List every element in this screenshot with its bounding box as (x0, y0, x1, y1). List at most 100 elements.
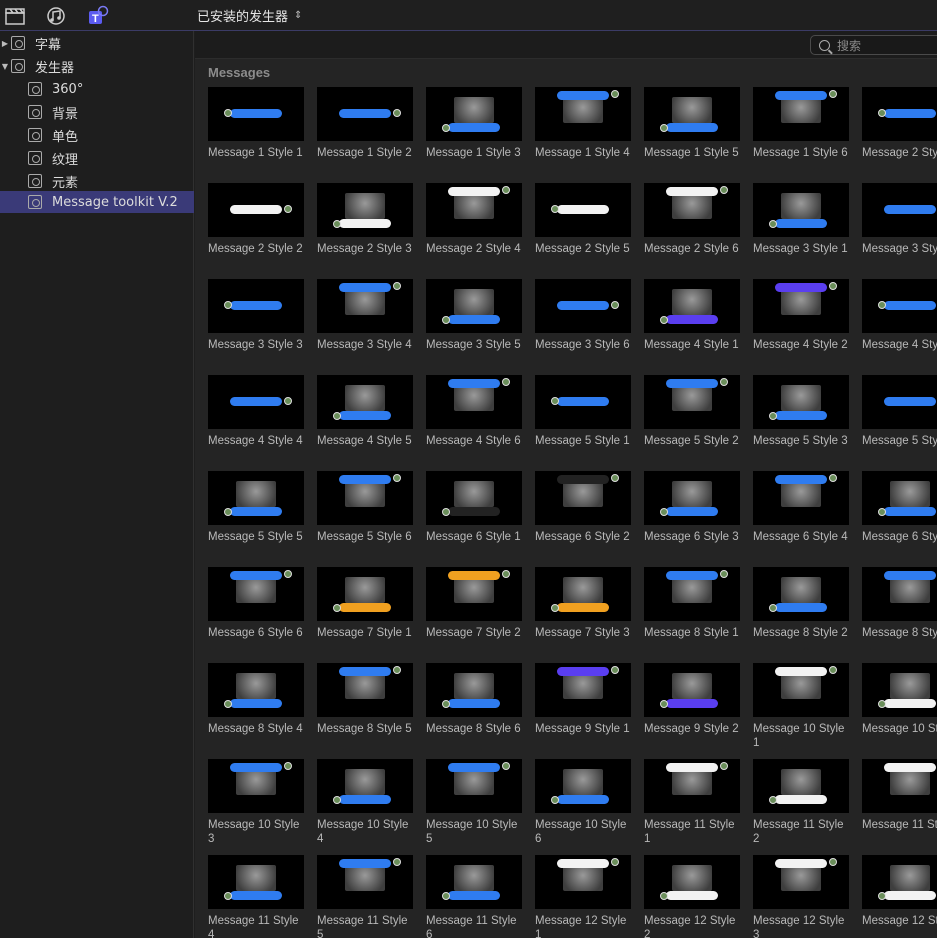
clapper-icon[interactable] (4, 5, 26, 27)
generator-tile[interactable]: Message 12 Style 2 (644, 855, 740, 938)
generator-tile[interactable]: Message 12 Style 3 (753, 855, 849, 938)
titles-generators-icon[interactable]: T (87, 5, 109, 27)
generator-tile[interactable]: Message 5 Style 3 (753, 375, 849, 448)
preview-panel (236, 577, 276, 603)
generator-tile[interactable]: Message 7 Style 1 (317, 567, 413, 640)
generator-tile[interactable]: Message 3 Sty 2 (862, 183, 937, 256)
generator-tile[interactable]: Message 4 Style 4 (208, 375, 304, 448)
preview-panel (781, 673, 821, 699)
preview-panel (345, 193, 385, 219)
generator-tile[interactable]: Message 2 Style 3 (317, 183, 413, 256)
generator-tile[interactable]: Message 5 Style 1 (535, 375, 631, 448)
generator-tile[interactable]: Message 4 Style 1 (644, 279, 740, 352)
generator-tile[interactable]: Message 9 Style 1 (535, 663, 631, 736)
generator-tile[interactable]: Message 10 St 2 (862, 663, 937, 736)
message-bubble (230, 891, 282, 900)
sidebar-item[interactable]: 单色 (0, 124, 194, 146)
generator-tile[interactable]: Message 2 Style 6 (644, 183, 740, 256)
generator-tile[interactable]: Message 7 Style 3 (535, 567, 631, 640)
generator-tile[interactable]: Message 11 Style 1 (644, 759, 740, 846)
generator-tile[interactable]: Message 8 Style 1 (644, 567, 740, 640)
generator-tile[interactable]: Message 2 Style 2 (208, 183, 304, 256)
generator-tile[interactable]: Message 6 Style 6 (208, 567, 304, 640)
generator-tile[interactable]: Message 4 Style 5 (317, 375, 413, 448)
generator-tile[interactable]: Message 11 Style 6 (426, 855, 522, 938)
generator-tile[interactable]: Message 3 Style 1 (753, 183, 849, 256)
generator-tile[interactable]: Message 5 Style 2 (644, 375, 740, 448)
tile-label: Message 6 Style 3 (644, 531, 739, 543)
avatar-dot (660, 700, 668, 708)
generator-tile[interactable]: Message 1 Style 1 (208, 87, 304, 160)
generator-tile[interactable]: Message 3 Style 5 (426, 279, 522, 352)
generator-tile[interactable]: Message 5 Style 6 (317, 471, 413, 544)
generator-tile[interactable]: Message 8 Style 2 (753, 567, 849, 640)
avatar-dot (660, 124, 668, 132)
generator-tile[interactable]: Message 8 Sty 3 (862, 567, 937, 640)
disclosure-triangle-icon[interactable]: ▼ (0, 62, 10, 71)
generator-tile[interactable]: Message 7 Style 2 (426, 567, 522, 640)
generator-thumbnail (317, 375, 413, 429)
generator-tile[interactable]: Message 6 Style 1 (426, 471, 522, 544)
generator-tile[interactable]: Message 5 Sty 4 (862, 375, 937, 448)
generator-tile[interactable]: Message 4 Style 2 (753, 279, 849, 352)
disclosure-triangle-icon[interactable]: ▶ (0, 39, 10, 48)
generator-thumbnail (535, 87, 631, 141)
generator-tile[interactable]: Message 2 Style 4 (426, 183, 522, 256)
generator-tile[interactable]: Message 6 Style 3 (644, 471, 740, 544)
generator-tile[interactable]: Message 6 Sty 5 (862, 471, 937, 544)
sidebar-item[interactable]: Message toolkit V.2 (0, 191, 194, 213)
generator-tile[interactable]: Message 10 Style 3 (208, 759, 304, 846)
generator-tile[interactable]: Message 2 Sty (862, 87, 937, 160)
sidebar-item[interactable]: 背景 (0, 101, 194, 123)
message-bubble (448, 123, 500, 132)
sidebar-item[interactable]: ▶ 字幕 (0, 32, 194, 54)
generator-tile[interactable]: Message 11 St 3 (862, 759, 937, 832)
generator-tile[interactable]: Message 3 Style 3 (208, 279, 304, 352)
library-title[interactable]: 已安装的发生器 ⇕ (197, 6, 302, 25)
generator-tile[interactable]: Message 3 Style 6 (535, 279, 631, 352)
generator-tile[interactable]: Message 9 Style 2 (644, 663, 740, 736)
generator-tile[interactable]: Message 10 Style 4 (317, 759, 413, 846)
generator-tile[interactable]: Message 6 Style 4 (753, 471, 849, 544)
generator-tile[interactable]: Message 2 Style 5 (535, 183, 631, 256)
avatar-dot (333, 220, 341, 228)
sidebar-item[interactable]: 360° (0, 78, 194, 100)
generator-tile[interactable]: Message 12 Style 1 (535, 855, 631, 938)
generator-tile[interactable]: Message 6 Style 2 (535, 471, 631, 544)
preview-panel (890, 865, 930, 891)
generator-tile[interactable]: Message 8 Style 6 (426, 663, 522, 736)
music-photo-icon[interactable] (45, 5, 67, 27)
generator-tile[interactable]: Message 10 Style 6 (535, 759, 631, 846)
generator-tile[interactable]: Message 10 Style 1 (753, 663, 849, 750)
sidebar-item[interactable]: 纹理 (0, 147, 194, 169)
avatar-dot (284, 397, 292, 405)
avatar-dot (611, 90, 619, 98)
generator-tile[interactable]: Message 12 St 4 (862, 855, 937, 928)
generator-tile[interactable]: Message 1 Style 6 (753, 87, 849, 160)
generator-tile[interactable]: Message 11 Style 5 (317, 855, 413, 938)
generator-tile[interactable]: Message 4 Sty 3 (862, 279, 937, 352)
generator-tile[interactable]: Message 10 Style 5 (426, 759, 522, 846)
generator-tile[interactable]: Message 1 Style 4 (535, 87, 631, 160)
search-field[interactable]: 搜索 (810, 35, 937, 55)
generator-tile[interactable]: Message 1 Style 5 (644, 87, 740, 160)
avatar-dot (442, 316, 450, 324)
avatar-dot (224, 301, 232, 309)
generator-tile[interactable]: Message 11 Style 2 (753, 759, 849, 846)
tile-label: Message 6 Style 2 (535, 531, 630, 543)
message-bubble (884, 507, 936, 516)
preview-panel (781, 193, 821, 219)
sidebar-item[interactable]: ▼ 发生器 (0, 55, 194, 77)
generator-tile[interactable]: Message 11 Style 4 (208, 855, 304, 938)
generator-tile[interactable]: Message 1 Style 3 (426, 87, 522, 160)
generator-tile[interactable]: Message 5 Style 5 (208, 471, 304, 544)
sidebar-item[interactable]: 元素 (0, 170, 194, 192)
generator-tile[interactable]: Message 1 Style 2 (317, 87, 413, 160)
sidebar-item-label: 元素 (52, 175, 79, 191)
generator-thumbnail (753, 663, 849, 717)
generator-tile[interactable]: Message 3 Style 4 (317, 279, 413, 352)
generator-tile[interactable]: Message 8 Style 5 (317, 663, 413, 736)
generator-tile[interactable]: Message 4 Style 6 (426, 375, 522, 448)
generator-tile[interactable]: Message 8 Style 4 (208, 663, 304, 736)
avatar-dot (611, 666, 619, 674)
